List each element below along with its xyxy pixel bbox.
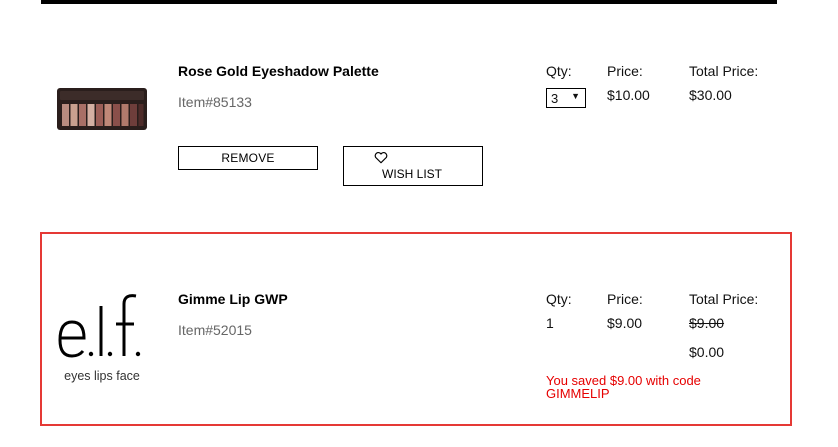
item-price: $10.00 xyxy=(607,87,650,103)
elf-logo: eyes lips face xyxy=(58,294,141,383)
qty-label: Qty: xyxy=(546,291,572,307)
price-label: Price: xyxy=(607,291,643,307)
wish-list-button[interactable]: WISH LIST xyxy=(343,146,483,186)
eyeshadow-palette-image xyxy=(57,88,147,130)
quantity-value: 1 xyxy=(546,315,554,331)
total-price-label: Total Price: xyxy=(689,291,759,307)
heart-icon xyxy=(374,152,388,164)
item-title[interactable]: Gimme Lip GWP xyxy=(178,291,288,307)
remove-button[interactable]: REMOVE xyxy=(178,146,318,170)
quantity-value: 3 xyxy=(551,90,559,106)
item-title[interactable]: Rose Gold Eyeshadow Palette xyxy=(178,63,379,79)
promo-code: GIMMELIP xyxy=(546,386,610,401)
item-total-price: $0.00 xyxy=(689,344,725,360)
item-number: Item#52015 xyxy=(178,322,252,338)
savings-message: You saved $9.00 with code GIMMELIP xyxy=(546,374,726,400)
elf-tagline: eyes lips face xyxy=(64,369,140,383)
original-total-price: $9.00 xyxy=(689,315,725,331)
item-total-price: $30.00 xyxy=(689,87,732,103)
header-divider xyxy=(41,0,777,4)
total-price-label: Total Price: xyxy=(689,63,759,79)
wish-list-label: WISH LIST xyxy=(382,167,443,181)
item-number: Item#85133 xyxy=(178,94,252,110)
chevron-down-icon: ▼ xyxy=(571,91,580,101)
item-price: $9.00 xyxy=(607,315,643,331)
quantity-select[interactable]: 3 ▼ xyxy=(546,88,586,108)
qty-label: Qty: xyxy=(546,63,572,79)
price-label: Price: xyxy=(607,63,643,79)
